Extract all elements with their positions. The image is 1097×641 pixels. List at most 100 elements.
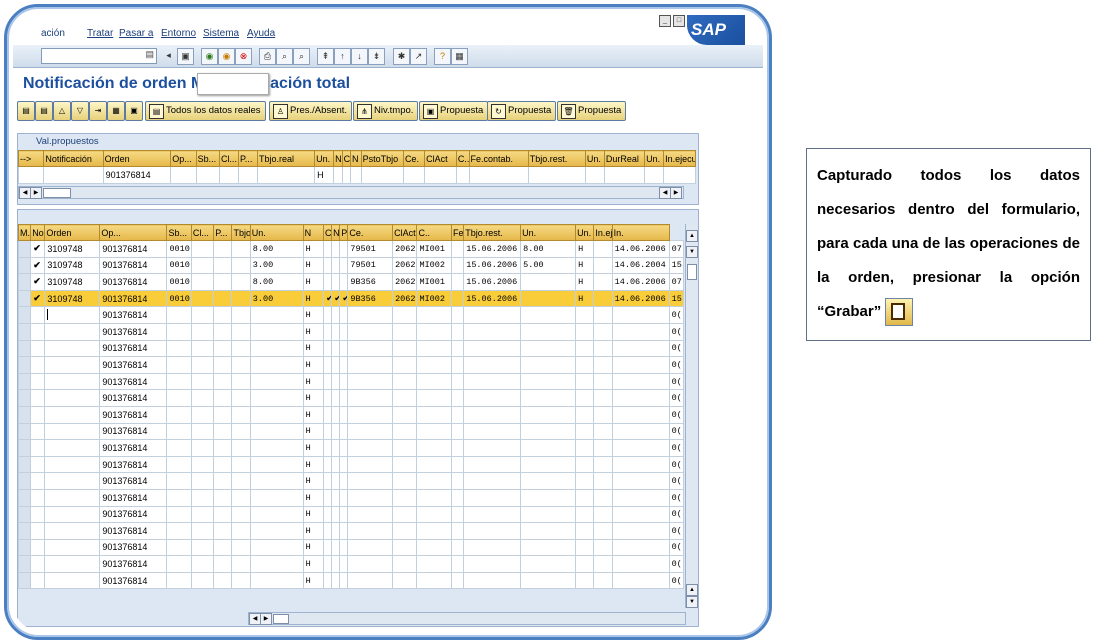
cell[interactable] (166, 405, 192, 424)
cell[interactable] (392, 422, 418, 441)
cell[interactable] (347, 538, 394, 557)
row-selector[interactable] (17, 356, 32, 374)
checkbox-n[interactable]: ✔ (322, 289, 333, 308)
bottom-horizontal-scrollbar[interactable]: ◀ ▶ (248, 612, 686, 625)
row-selector[interactable] (17, 339, 32, 358)
cell-orden[interactable]: 901376814 (99, 488, 168, 507)
cell[interactable] (213, 405, 233, 424)
cell[interactable] (249, 422, 304, 441)
cell[interactable] (231, 488, 251, 507)
cell-un[interactable]: H (302, 339, 324, 358)
cell-notificacion[interactable]: 3109748 (44, 240, 101, 258)
cell[interactable] (339, 306, 349, 324)
cell-orden[interactable]: 901376814 (99, 555, 168, 573)
cell[interactable] (451, 356, 465, 374)
cell-in[interactable]: 0( (668, 505, 685, 524)
proposed-header-col-18[interactable]: Un. (584, 150, 605, 167)
cell[interactable] (451, 571, 465, 590)
table-row[interactable]: ✔ 3109748 901376814 0010 8.00 H 79501 2062 MI001… (17, 240, 685, 258)
cell[interactable] (603, 166, 646, 184)
cell[interactable] (392, 555, 418, 573)
cell-notificacion[interactable] (44, 439, 101, 457)
checkbox-n2[interactable] (339, 256, 349, 275)
cell[interactable] (350, 166, 362, 184)
cell[interactable] (190, 472, 215, 490)
cell[interactable] (463, 472, 522, 490)
table-row[interactable]: 901376814 H 0( (17, 555, 685, 573)
cell[interactable] (575, 488, 595, 507)
cell[interactable] (575, 505, 595, 524)
cell-orden[interactable]: 901376814 (99, 372, 168, 391)
cell[interactable] (249, 555, 304, 573)
cell[interactable] (218, 166, 239, 184)
scroll-right-icon[interactable]: ▶ (30, 187, 42, 199)
cell-tbjo-real[interactable]: 3.00 (249, 256, 304, 275)
cell[interactable] (249, 455, 304, 474)
cell[interactable] (416, 571, 453, 590)
cell[interactable] (575, 356, 595, 374)
cell[interactable] (231, 289, 251, 308)
confirm-header-col-19[interactable]: Un. (575, 224, 595, 241)
cell[interactable] (231, 439, 251, 457)
cell[interactable] (339, 372, 349, 391)
cell-op[interactable]: 0010 (166, 256, 192, 275)
cell[interactable] (30, 505, 46, 524)
cell[interactable] (322, 555, 333, 573)
cell[interactable] (166, 356, 192, 374)
shortcut-icon[interactable]: ↗ (410, 48, 427, 65)
cell-psto-tbjo[interactable]: 9B356 (347, 289, 394, 308)
cell[interactable] (392, 405, 418, 424)
cell[interactable] (611, 571, 670, 590)
checkbox-c[interactable] (331, 240, 341, 258)
cell[interactable] (611, 505, 670, 524)
cell[interactable] (249, 356, 304, 374)
cell[interactable] (360, 166, 404, 184)
cell-in[interactable]: 0( (668, 488, 685, 507)
cell[interactable] (249, 389, 304, 407)
cell[interactable] (392, 322, 418, 341)
cell[interactable] (347, 372, 394, 391)
cell[interactable] (322, 455, 333, 474)
cell-orden[interactable]: 901376814 (102, 166, 172, 184)
cell[interactable] (593, 472, 613, 490)
proposed-header-col-4[interactable]: Sb... (195, 150, 220, 167)
proposed-header-col-12[interactable]: PstoTbjo (360, 150, 404, 167)
cell[interactable] (331, 339, 341, 358)
menu-item-tratar[interactable]: Tratar (87, 28, 113, 39)
cell[interactable] (416, 455, 453, 474)
cell-un[interactable]: H (575, 256, 595, 275)
cell[interactable] (30, 389, 46, 407)
cell-fe-contab[interactable]: 15.06.2006 (463, 289, 522, 308)
cell[interactable] (593, 455, 613, 474)
proposed-header-col-13[interactable]: Ce. (402, 150, 426, 167)
confirm-header-col-7[interactable]: Tbjo.real (231, 224, 251, 241)
cell[interactable] (231, 306, 251, 324)
cell[interactable] (392, 372, 418, 391)
cell[interactable] (190, 405, 215, 424)
cell[interactable] (392, 439, 418, 457)
cell[interactable] (190, 488, 215, 507)
cell[interactable] (575, 555, 595, 573)
cell-notificacion[interactable] (44, 488, 101, 507)
cell[interactable] (451, 306, 465, 324)
cell-orden[interactable]: 901376814 (99, 522, 168, 540)
todos-datos-reales-button[interactable]: ▤ Todos los datos reales (145, 101, 266, 121)
cell[interactable] (331, 422, 341, 441)
cell[interactable] (322, 439, 333, 457)
cell[interactable] (339, 488, 349, 507)
confirm-header-col-10[interactable]: C (322, 224, 333, 241)
cell-orden[interactable]: 901376814 (99, 289, 168, 308)
cell[interactable] (451, 439, 465, 457)
cell[interactable] (331, 472, 341, 490)
cell[interactable] (575, 439, 595, 457)
cell[interactable] (463, 439, 522, 457)
row-selector[interactable] (17, 538, 32, 557)
checkbox-c[interactable] (331, 256, 341, 275)
cell[interactable] (451, 555, 465, 573)
cell[interactable] (213, 240, 233, 258)
table-row[interactable]: 901376814 H 0( (17, 522, 685, 540)
proposed-header-col-8[interactable]: Un. (314, 150, 335, 167)
cell[interactable] (463, 389, 522, 407)
cell[interactable] (333, 166, 343, 184)
cell[interactable] (611, 405, 670, 424)
